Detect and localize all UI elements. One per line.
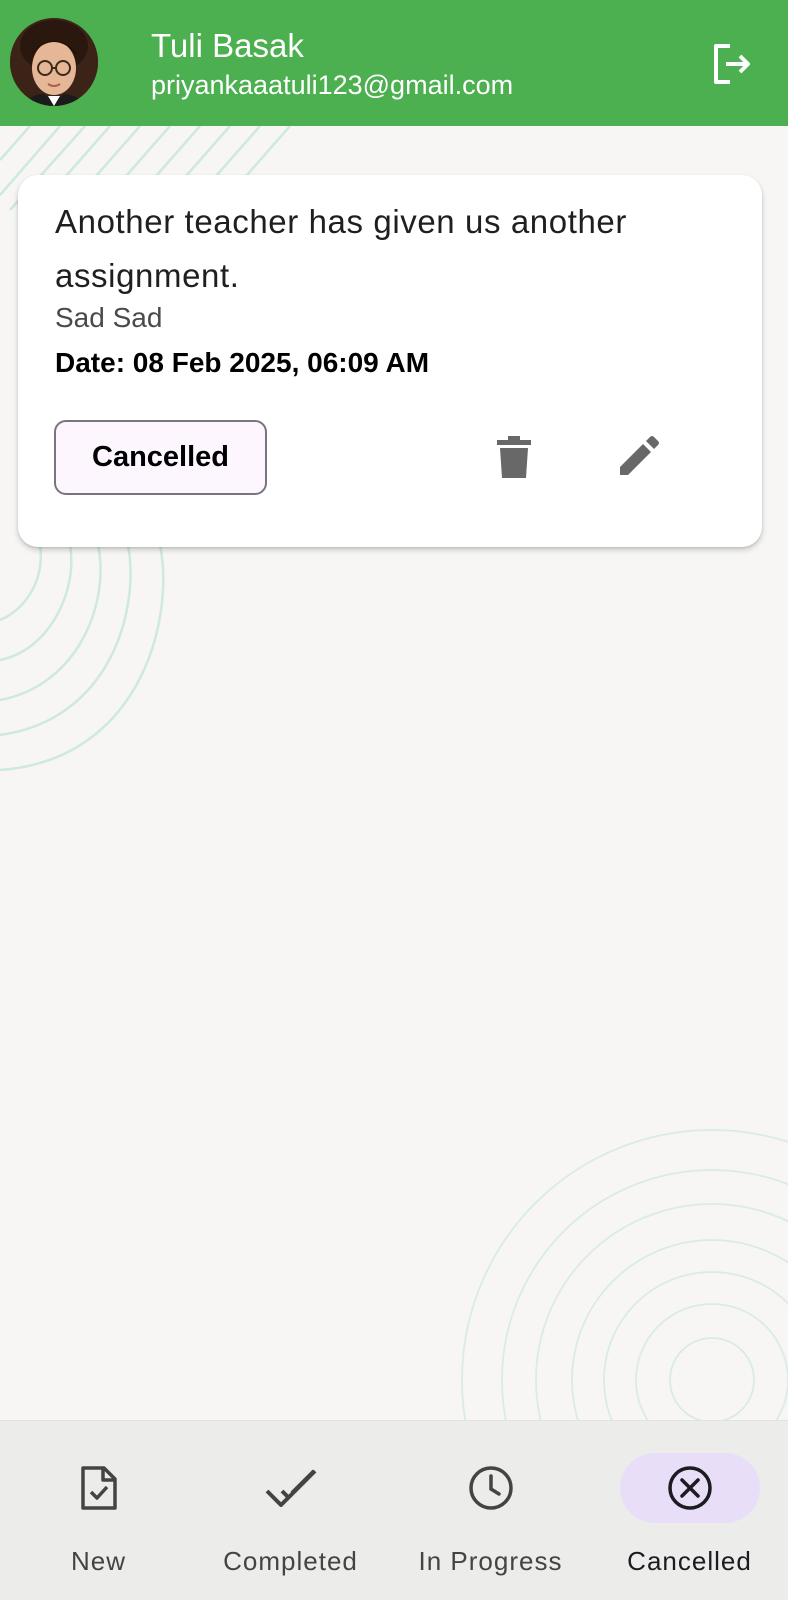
user-avatar-photo: [10, 18, 98, 106]
user-avatar[interactable]: [10, 18, 98, 106]
app-header: Tuli Basak priyankaaatuli123@gmail.com: [0, 0, 788, 126]
nav-label-cancelled: Cancelled: [627, 1546, 752, 1576]
edit-button[interactable]: [608, 427, 668, 487]
nav-item-cancelled[interactable]: Cancelled: [591, 1421, 788, 1600]
document-check-icon: [80, 1466, 117, 1510]
nav-label-new: New: [70, 1546, 126, 1576]
nav-pill-in-progress: [421, 1453, 561, 1523]
task-title: Another teacher has given us another ass…: [55, 203, 627, 294]
logout-icon: [714, 44, 750, 84]
delete-button[interactable]: [484, 427, 544, 487]
nav-item-new[interactable]: New: [0, 1421, 197, 1600]
circle-x-icon: [667, 1466, 712, 1510]
task-description: Sad Sad: [55, 302, 163, 333]
nav-label-in-progress: In Progress: [418, 1546, 563, 1576]
task-date: Date: 08 Feb 2025, 06:09 AM: [55, 347, 430, 378]
nav-pill-completed: [221, 1453, 361, 1523]
user-name: Tuli Basak: [151, 27, 304, 64]
bottom-navigation: New Completed In Progress Cancelled: [0, 1420, 788, 1600]
task-card[interactable]: Another teacher has given us another ass…: [18, 175, 762, 547]
double-check-icon: [265, 1469, 316, 1507]
user-info: Tuli Basak priyankaaatuli123@gmail.com: [151, 26, 513, 102]
nav-label-completed: Completed: [223, 1546, 358, 1576]
nav-pill-cancelled: [619, 1453, 760, 1523]
nav-item-in-progress[interactable]: In Progress: [392, 1421, 589, 1600]
nav-pill-new: [29, 1453, 169, 1523]
user-email: priyankaaatuli123@gmail.com: [151, 70, 514, 100]
pencil-icon: [620, 436, 659, 475]
trash-icon: [497, 436, 531, 478]
clock-icon: [468, 1466, 513, 1510]
task-status-chip[interactable]: Cancelled: [54, 420, 267, 495]
nav-item-completed[interactable]: Completed: [192, 1421, 389, 1600]
logout-button[interactable]: [708, 40, 756, 88]
